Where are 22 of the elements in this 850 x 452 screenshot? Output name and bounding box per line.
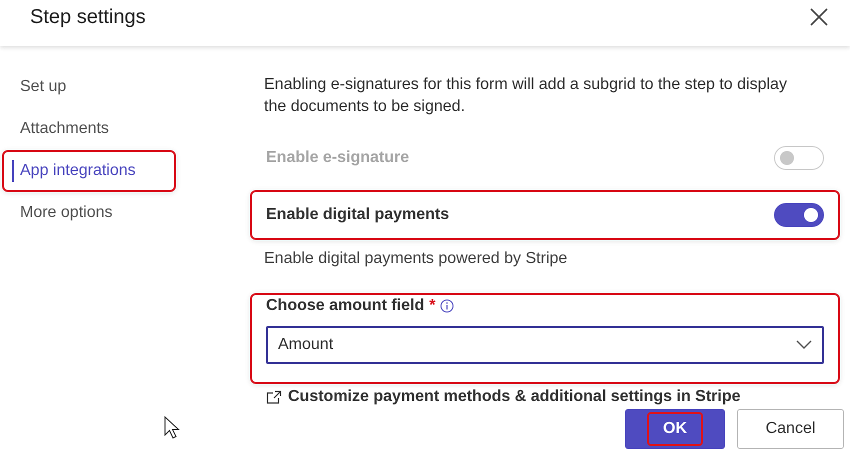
info-icon[interactable] — [440, 299, 454, 313]
required-mark: * — [429, 297, 436, 315]
chevron-down-icon — [796, 340, 812, 350]
ok-button[interactable]: OK — [625, 409, 725, 449]
stripe-settings-link[interactable]: Customize payment methods & additional settings in Stripe — [288, 388, 740, 406]
toggle-label: Enable digital payments — [266, 206, 450, 224]
external-link-icon — [266, 390, 282, 404]
cursor-icon — [164, 416, 182, 440]
field-label: Choose amount field — [266, 297, 424, 315]
sidebar-item[interactable]: Attachments — [2, 108, 176, 150]
cancel-button[interactable]: Cancel — [737, 409, 844, 449]
description-text: Enabling e-signatures for this form will add a subgrid to the step to display the documents to be signed. — [263, 75, 788, 117]
amount-dropdown[interactable]: Amount — [266, 326, 824, 364]
sidebar-item[interactable]: Set up — [2, 66, 176, 108]
dialog-title: Step settings — [30, 6, 146, 28]
sidebar-item[interactable]: More options — [2, 192, 176, 234]
close-icon[interactable] — [810, 8, 828, 26]
sidebar-item[interactable]: App integrations — [2, 150, 176, 192]
toggle-note: Enable digital payments powered by Stripe — [263, 249, 568, 269]
selection-indicator — [12, 160, 14, 182]
toggle-label: Enable e-signature — [266, 149, 410, 167]
toggle-switch[interactable] — [774, 203, 824, 227]
